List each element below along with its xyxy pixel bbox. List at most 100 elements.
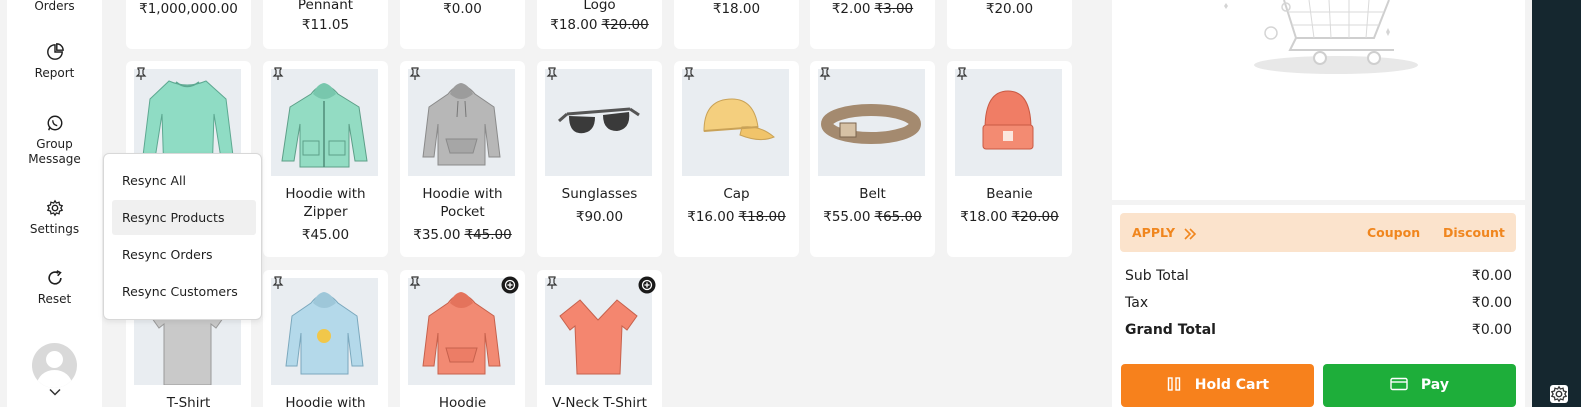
resync-menu: Resync All Resync Products Resync Orders… <box>103 153 262 320</box>
pin-icon[interactable] <box>272 67 284 81</box>
resync-all-item[interactable]: Resync All <box>112 163 256 198</box>
whatsapp-icon <box>47 115 62 131</box>
product-price: ₹2.00 <box>831 1 871 17</box>
product-card-belt[interactable]: Belt ₹55.00 ₹65.00 <box>810 61 935 257</box>
product-name: V-Neck T-Shirt <box>552 395 647 407</box>
apply-button[interactable]: APPLY <box>1132 225 1197 240</box>
product-name: Logo <box>583 0 616 13</box>
nav-group-message-label: Group Message <box>28 137 81 166</box>
pin-icon[interactable] <box>135 67 147 81</box>
grand-total-value: ₹0.00 <box>1471 322 1512 338</box>
apply-bar: APPLY Coupon Discount <box>1120 213 1516 252</box>
discount-button[interactable]: Discount <box>1443 225 1505 240</box>
belt-icon <box>821 104 921 144</box>
product-name: Beanie <box>986 186 1033 202</box>
product-card-top-3[interactable]: ₹0.00 <box>400 0 525 49</box>
nav-orders[interactable]: Orders <box>7 0 102 14</box>
chevron-down-icon[interactable] <box>48 385 62 399</box>
product-price-row: ₹35.00 ₹45.00 <box>404 226 521 244</box>
double-chevron-right-icon <box>1184 227 1197 240</box>
subtotal-row: Sub Total ₹0.00 <box>1125 268 1512 284</box>
product-card-top-4[interactable]: Logo ₹18.00 ₹20.00 <box>537 0 662 49</box>
product-card-vneck[interactable]: V-Neck T-Shirt <box>537 270 662 407</box>
product-card-top-6[interactable]: ₹2.00 ₹3.00 <box>810 0 935 49</box>
grand-total-row: Grand Total ₹0.00 <box>1125 322 1512 338</box>
pin-icon[interactable] <box>272 276 284 290</box>
product-image <box>408 69 515 176</box>
hold-cart-button[interactable]: Hold Cart <box>1121 364 1314 407</box>
right-dark-strip <box>1532 0 1581 407</box>
avatar-head-shape <box>46 351 63 368</box>
resync-orders-item[interactable]: Resync Orders <box>112 237 256 272</box>
nav-group-message[interactable]: Group Message <box>7 114 102 167</box>
product-card-hoodie-pocket[interactable]: Hoodie with Pocket ₹35.00 ₹45.00 <box>400 61 525 257</box>
product-card-beanie[interactable]: Beanie ₹18.00 ₹20.00 <box>947 61 1072 257</box>
hoodie-pocket-icon <box>422 83 501 166</box>
pause-icon <box>1167 376 1181 391</box>
hoodie-zipper-icon <box>281 83 368 168</box>
refresh-icon <box>47 270 62 285</box>
product-card-hoodie-logo[interactable]: Hoodie with <box>263 270 388 407</box>
product-price: ₹0.00 <box>443 1 482 17</box>
product-card-top-7[interactable]: ₹20.00 <box>947 0 1072 49</box>
sidebar: Orders Report Group Message Settings Res… <box>7 0 102 407</box>
product-price: ₹45.00 <box>301 227 350 243</box>
product-name-block: Beanie ₹18.00 ₹20.00 <box>951 185 1068 226</box>
add-variation-icon[interactable] <box>638 276 656 294</box>
product-old-price: ₹45.00 <box>464 227 512 243</box>
product-old-price: ₹20.00 <box>601 17 649 33</box>
product-card-top-2[interactable]: Pennant ₹11.05 <box>263 0 388 49</box>
beanie-icon <box>982 90 1034 150</box>
product-card-top-1[interactable]: ₹1,000,000.00 <box>126 0 251 49</box>
coupon-button[interactable]: Coupon <box>1367 225 1420 240</box>
grand-total-label: Grand Total <box>1125 322 1216 338</box>
empty-cart-illustration-icon <box>1224 0 1418 74</box>
product-name: Belt <box>859 186 886 202</box>
product-price: ₹11.05 <box>301 17 350 33</box>
product-old-price: ₹18.00 <box>738 209 786 225</box>
nav-report[interactable]: Report <box>7 43 102 81</box>
product-price: ₹90.00 <box>575 209 624 225</box>
product-card-hoodie-zipper[interactable]: Hoodie with Zipper ₹45.00 <box>263 61 388 257</box>
product-image <box>271 278 378 385</box>
pin-icon[interactable] <box>683 67 695 81</box>
pin-icon[interactable] <box>409 67 421 81</box>
pay-button[interactable]: Pay <box>1323 364 1516 407</box>
subtotal-value: ₹0.00 <box>1471 268 1512 284</box>
product-name: Hoodie with Zipper <box>285 186 366 220</box>
apply-label: APPLY <box>1132 225 1176 240</box>
resync-products-item[interactable]: Resync Products <box>112 200 256 235</box>
v-neck-tshirt-icon <box>559 299 638 375</box>
product-price: ₹55.00 <box>823 209 871 225</box>
product-price: ₹18.00 <box>960 209 1008 225</box>
product-price: ₹1,000,000.00 <box>139 1 238 17</box>
nav-reset[interactable]: Reset <box>7 269 102 307</box>
hold-cart-label: Hold Cart <box>1194 377 1270 393</box>
settings-corner-button[interactable] <box>1550 385 1568 403</box>
product-name: Hoodie <box>438 395 487 407</box>
avatar[interactable] <box>32 343 77 388</box>
nav-settings[interactable]: Settings <box>7 199 102 237</box>
pin-icon[interactable] <box>546 67 558 81</box>
resync-customers-item[interactable]: Resync Customers <box>112 274 256 309</box>
product-name-block: Belt ₹55.00 ₹65.00 <box>814 185 931 226</box>
hoodie-logo-icon <box>285 292 364 375</box>
product-name-block: Cap ₹16.00 ₹18.00 <box>678 185 795 226</box>
product-price-row: ₹55.00 ₹65.00 <box>814 208 931 226</box>
product-card-hoodie[interactable]: Hoodie <box>400 270 525 407</box>
pin-icon[interactable] <box>956 67 968 81</box>
gear-icon <box>1550 385 1568 403</box>
product-card-sunglasses[interactable]: Sunglasses ₹90.00 <box>537 61 662 257</box>
pin-icon[interactable] <box>409 276 421 290</box>
product-card-top-5[interactable]: ₹18.00 <box>674 0 799 49</box>
product-image <box>682 69 789 176</box>
nav-settings-label: Settings <box>29 222 80 236</box>
add-variation-icon[interactable] <box>501 276 519 294</box>
gear-icon <box>46 199 63 217</box>
product-card-cap[interactable]: Cap ₹16.00 ₹18.00 <box>674 61 799 257</box>
product-old-price: ₹20.00 <box>1011 209 1059 225</box>
product-name: Cap <box>723 186 750 202</box>
pin-icon[interactable] <box>819 67 831 81</box>
pin-icon[interactable] <box>546 276 558 290</box>
cart-panel <box>1112 0 1525 200</box>
